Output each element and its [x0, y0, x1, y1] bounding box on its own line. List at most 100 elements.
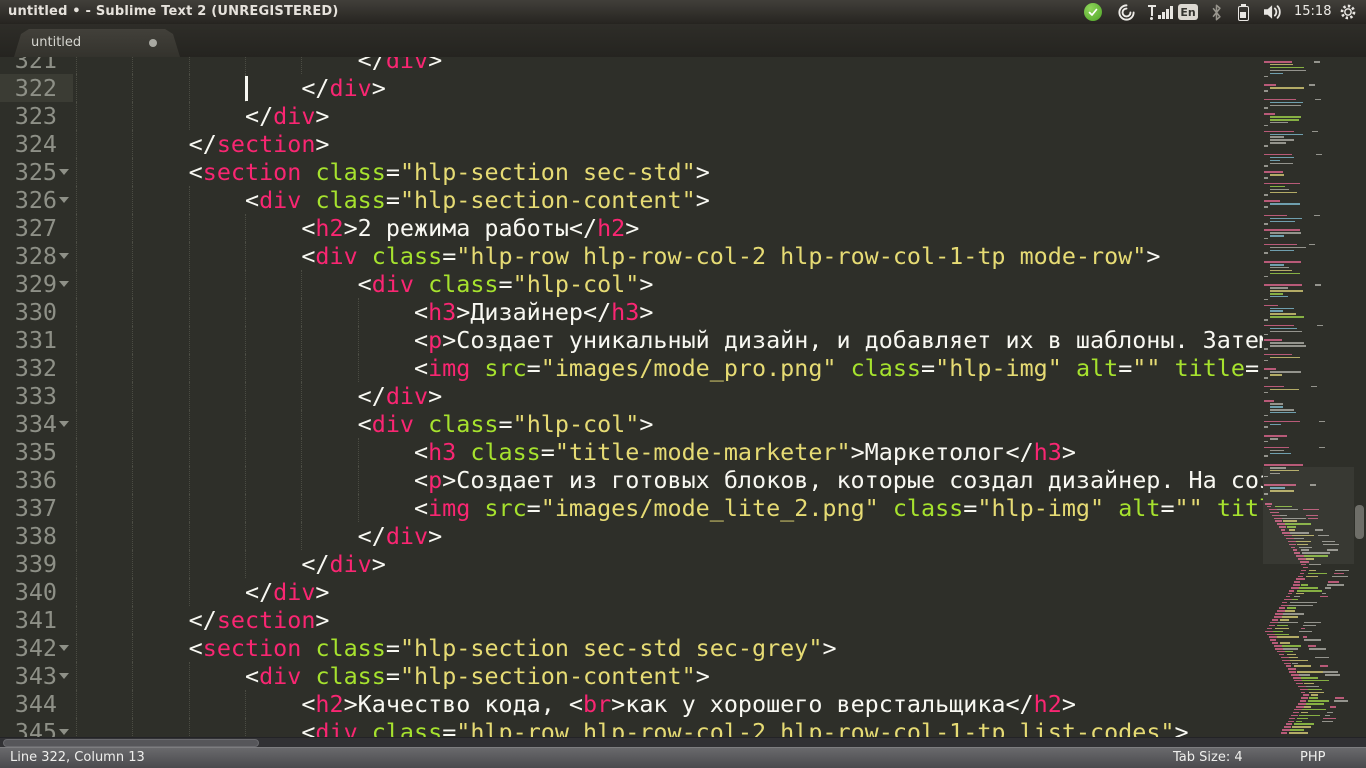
- fold-arrow-icon[interactable]: [59, 169, 69, 175]
- code-text: <h2>Качество кода, <br>как у хорошего ве…: [76, 690, 1076, 718]
- session-gear-icon[interactable]: [1336, 0, 1360, 24]
- code-line-345[interactable]: 345 <div class="hlp-row hlp-row-col-2 hl…: [0, 718, 1263, 737]
- line-number: 344: [0, 690, 57, 718]
- code-text: <div class="hlp-col">: [76, 270, 653, 298]
- skype-check-icon: [1084, 3, 1102, 21]
- line-number: 342: [0, 634, 57, 662]
- code-line-342[interactable]: 342 <section class="hlp-section sec-std …: [0, 634, 1263, 662]
- cursor-position-status: Line 322, Column 13: [10, 750, 145, 765]
- line-number: 343: [0, 662, 57, 690]
- network-signal-icon[interactable]: [1146, 0, 1174, 24]
- fold-arrow-icon[interactable]: [59, 197, 69, 203]
- code-line-327[interactable]: 327 <h2>2 режима работы</h2>: [0, 214, 1263, 242]
- line-number: 332: [0, 354, 57, 382]
- code-line-336[interactable]: 336 <p>Создает из готовых блоков, которы…: [0, 466, 1263, 494]
- tab-bar: untitled: [0, 24, 1366, 57]
- code-text: </section>: [76, 606, 330, 634]
- syntax-status[interactable]: PHP: [1300, 750, 1325, 765]
- code-line-338[interactable]: 338 </div>: [0, 522, 1263, 550]
- line-number: 335: [0, 438, 57, 466]
- code-text: <div class="hlp-row hlp-row-col-2 hlp-ro…: [76, 242, 1160, 270]
- sync-swirl-icon[interactable]: [1114, 0, 1138, 24]
- line-number: 328: [0, 242, 57, 270]
- code-line-331[interactable]: 331 <p>Создает уникальный дизайн, и доба…: [0, 326, 1263, 354]
- fold-arrow-icon[interactable]: [59, 673, 69, 679]
- code-text: <div class="hlp-section-content">: [76, 662, 710, 690]
- code-line-340[interactable]: 340 </div>: [0, 578, 1263, 606]
- code-line-343[interactable]: 343 <div class="hlp-section-content">: [0, 662, 1263, 690]
- line-number: 329: [0, 270, 57, 298]
- line-number: 321: [0, 57, 57, 74]
- code-line-323[interactable]: 323 </div>: [0, 102, 1263, 130]
- line-number: 323: [0, 102, 57, 130]
- code-line-322[interactable]: 322 </div>: [0, 74, 1263, 102]
- line-number: 322: [0, 74, 57, 102]
- fold-arrow-icon[interactable]: [59, 281, 69, 287]
- line-number: 327: [0, 214, 57, 242]
- code-text: <div class="hlp-section-content">: [76, 186, 710, 214]
- code-text: </div>: [76, 74, 386, 102]
- code-text: <p>Создает из готовых блоков, которые со…: [76, 466, 1263, 494]
- tab-label: untitled: [31, 35, 81, 50]
- horizontal-scrollbar-thumb[interactable]: [3, 739, 259, 747]
- code-text: <img src="images/mode_lite_2.png" class=…: [76, 494, 1263, 522]
- code-text: <p>Создает уникальный дизайн, и добавляе…: [76, 326, 1263, 354]
- line-number: 339: [0, 550, 57, 578]
- line-number: 331: [0, 326, 57, 354]
- skype-status-icon[interactable]: [1082, 0, 1104, 24]
- tab-size-status[interactable]: Tab Size: 4: [1173, 750, 1243, 765]
- ubuntu-top-panel: untitled • - Sublime Text 2 (UNREGISTERE…: [0, 0, 1366, 25]
- line-number: 326: [0, 186, 57, 214]
- code-text: </div>: [76, 578, 330, 606]
- line-number: 325: [0, 158, 57, 186]
- code-line-325[interactable]: 325 <section class="hlp-section sec-std"…: [0, 158, 1263, 186]
- tab-untitled[interactable]: untitled: [14, 29, 180, 57]
- code-text: </div>: [76, 522, 442, 550]
- vertical-scrollbar-thumb[interactable]: [1355, 505, 1364, 539]
- code-line-341[interactable]: 341 </section>: [0, 606, 1263, 634]
- minimap-viewport[interactable]: [1263, 467, 1354, 564]
- keyboard-layout-indicator[interactable]: En: [1177, 0, 1199, 24]
- code-line-337[interactable]: 337 <img src="images/mode_lite_2.png" cl…: [0, 494, 1263, 522]
- line-number: 330: [0, 298, 57, 326]
- code-line-344[interactable]: 344 <h2>Качество кода, <br>как у хорошег…: [0, 690, 1263, 718]
- line-number: 340: [0, 578, 57, 606]
- fold-arrow-icon[interactable]: [59, 729, 69, 735]
- code-line-334[interactable]: 334 <div class="hlp-col">: [0, 410, 1263, 438]
- line-number: 338: [0, 522, 57, 550]
- fold-arrow-icon[interactable]: [59, 645, 69, 651]
- line-number: 345: [0, 718, 57, 737]
- code-line-335[interactable]: 335 <h3 class="title-mode-marketer">Марк…: [0, 438, 1263, 466]
- code-line-326[interactable]: 326 <div class="hlp-section-content">: [0, 186, 1263, 214]
- signal-bars: [1158, 6, 1173, 19]
- code-line-339[interactable]: 339 </div>: [0, 550, 1263, 578]
- code-line-330[interactable]: 330 <h3>Дизайнер</h3>: [0, 298, 1263, 326]
- clock[interactable]: 15:18: [1294, 4, 1331, 19]
- code-line-321[interactable]: 321 </div>: [0, 57, 1263, 74]
- code-text: <section class="hlp-section sec-std">: [76, 158, 710, 186]
- fold-arrow-icon[interactable]: [59, 421, 69, 427]
- code-line-333[interactable]: 333 </div>: [0, 382, 1263, 410]
- window-title: untitled • - Sublime Text 2 (UNREGISTERE…: [8, 4, 339, 19]
- modified-dot-icon: [149, 39, 157, 47]
- code-line-328[interactable]: 328 <div class="hlp-row hlp-row-col-2 hl…: [0, 242, 1263, 270]
- code-area[interactable]: 321 </div>322 </div>323 </div>324 </sect…: [0, 57, 1263, 737]
- sublime-text-window: untitled • - Sublime Text 2 (UNREGISTERE…: [0, 0, 1366, 768]
- code-text: <div class="hlp-col">: [76, 410, 653, 438]
- editor-area: 321 </div>322 </div>323 </div>324 </sect…: [0, 57, 1366, 737]
- code-text: <h3>Дизайнер</h3>: [76, 298, 653, 326]
- code-line-329[interactable]: 329 <div class="hlp-col">: [0, 270, 1263, 298]
- code-text: </div>: [76, 57, 442, 74]
- minimap[interactable]: [1263, 57, 1354, 737]
- antenna-icon: [1148, 5, 1156, 19]
- horizontal-scrollbar[interactable]: [0, 737, 1366, 747]
- keyboard-layout-label: En: [1178, 4, 1198, 20]
- volume-icon[interactable]: [1259, 0, 1287, 24]
- bluetooth-icon[interactable]: [1207, 0, 1225, 24]
- line-number: 336: [0, 466, 57, 494]
- status-bar: Line 322, Column 13 Tab Size: 4 PHP: [0, 747, 1366, 768]
- code-line-332[interactable]: 332 <img src="images/mode_pro.png" class…: [0, 354, 1263, 382]
- code-line-324[interactable]: 324 </section>: [0, 130, 1263, 158]
- fold-arrow-icon[interactable]: [59, 253, 69, 259]
- battery-icon[interactable]: [1233, 0, 1253, 24]
